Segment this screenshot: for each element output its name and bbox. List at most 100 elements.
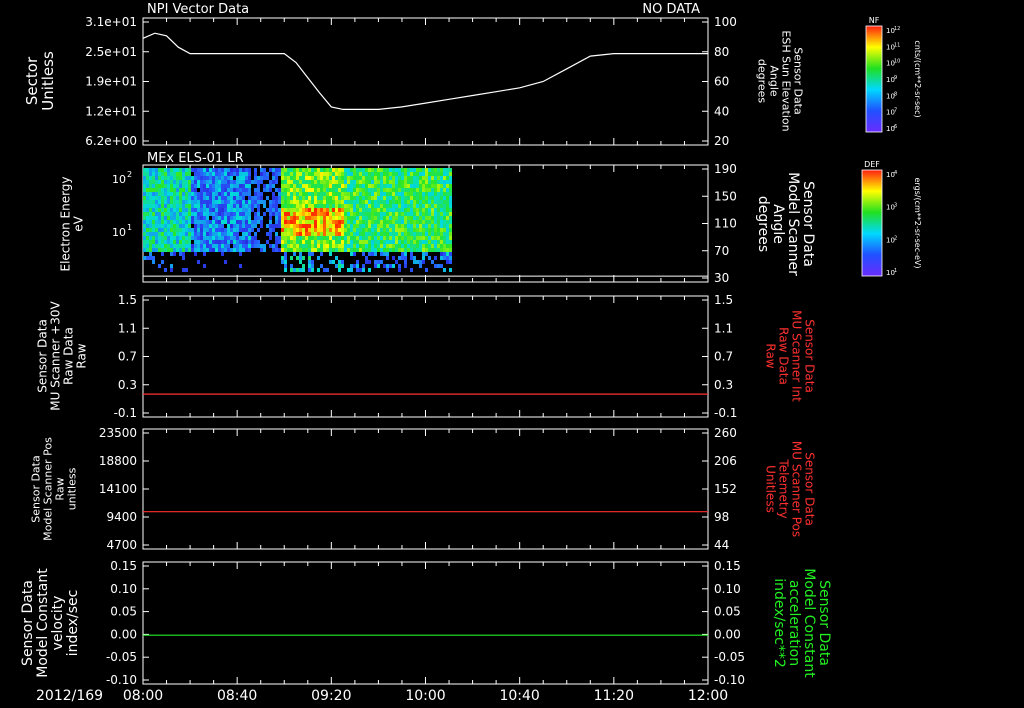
spectrogram-cell xyxy=(185,224,188,228)
spectrogram-cell xyxy=(197,192,200,196)
spectrogram-cell xyxy=(368,200,371,204)
spectrogram-cell xyxy=(413,200,416,204)
spectrogram-cell xyxy=(194,252,197,256)
spectrogram-cell xyxy=(143,216,146,220)
spectrogram-cell xyxy=(170,216,173,220)
spectrogram-cell xyxy=(257,200,260,204)
spectrogram-cell xyxy=(266,208,269,212)
spectrogram-cell xyxy=(434,188,437,192)
spectrogram-cell xyxy=(149,256,152,260)
spectrogram-cell xyxy=(299,196,302,200)
spectrogram-cell xyxy=(416,224,419,228)
spectrogram-cell xyxy=(446,252,449,256)
spectrogram-cell xyxy=(329,188,332,192)
spectrogram-cell xyxy=(359,220,362,224)
spectrogram-cell xyxy=(344,216,347,220)
spectrogram-cell xyxy=(284,172,287,176)
spectrogram-cell xyxy=(371,172,374,176)
spectrogram-cell xyxy=(146,200,149,204)
spectrogram-cell xyxy=(302,224,305,228)
spectrogram-cell xyxy=(248,232,251,236)
spectrogram-cell xyxy=(398,172,401,176)
spectrogram-cell xyxy=(143,180,146,184)
spectrogram-cell xyxy=(176,232,179,236)
spectrogram-cell xyxy=(344,232,347,236)
spectrogram-cell xyxy=(407,184,410,188)
spectrogram-cell xyxy=(290,232,293,236)
spectrogram-cell xyxy=(419,228,422,232)
spectrogram-cell xyxy=(260,216,263,220)
spectrogram-cell xyxy=(380,180,383,184)
spectrogram-cell xyxy=(428,168,431,172)
spectrogram-cell xyxy=(347,188,350,192)
spectrogram-cell xyxy=(284,180,287,184)
spectrogram-cell xyxy=(332,216,335,220)
spectrogram-cell xyxy=(413,196,416,200)
spectrogram-cell xyxy=(272,212,275,216)
spectrogram-cell xyxy=(404,256,407,260)
y-tick-label-left: 2.5e+01 xyxy=(85,45,137,59)
spectrogram-cell xyxy=(293,204,296,208)
spectrogram-cell xyxy=(173,192,176,196)
spectrogram-cell xyxy=(383,192,386,196)
spectrogram-cell xyxy=(314,204,317,208)
spectrogram-cell xyxy=(230,200,233,204)
spectrogram-cell xyxy=(401,200,404,204)
spectrogram-cell xyxy=(284,184,287,188)
spectrogram-cell xyxy=(449,184,452,188)
spectrogram-cell xyxy=(389,224,392,228)
spectrogram-cell xyxy=(329,252,332,256)
spectrogram-cell xyxy=(254,180,257,184)
spectrogram-cell xyxy=(194,172,197,176)
spectrogram-cell xyxy=(248,200,251,204)
spectrogram-cell xyxy=(266,224,269,228)
time-tick-label: 08:00 xyxy=(123,688,163,704)
spectrogram-cell xyxy=(296,228,299,232)
spectrogram-cell xyxy=(383,224,386,228)
spectrogram-cell xyxy=(257,244,260,248)
spectrogram-cell xyxy=(170,196,173,200)
colorbar-def: DEF10 410 310 210 1ergs/(cm**2-sr-sec-eV) xyxy=(861,160,922,277)
spectrogram-cell xyxy=(431,232,434,236)
spectrogram-cell xyxy=(290,264,293,268)
spectrogram-cell xyxy=(293,212,296,216)
spectrogram-cell xyxy=(371,216,374,220)
spectrogram-cell xyxy=(329,224,332,228)
spectrogram-cell xyxy=(347,232,350,236)
spectrogram-cell xyxy=(449,176,452,180)
spectrogram-cell xyxy=(314,184,317,188)
spectrogram-cell xyxy=(158,236,161,240)
spectrogram-cell xyxy=(158,168,161,172)
spectrogram-cell xyxy=(146,256,149,260)
spectrogram-cell xyxy=(197,228,200,232)
spectrogram-cell xyxy=(152,176,155,180)
spectrogram-cell xyxy=(287,216,290,220)
axis-label-line: Sensor Data xyxy=(20,580,36,666)
spectrogram-cell xyxy=(191,244,194,248)
spectrogram-cell xyxy=(365,200,368,204)
spectrogram-cell xyxy=(179,248,182,252)
spectrogram-cell xyxy=(359,204,362,208)
spectrogram-cell xyxy=(356,176,359,180)
spectrogram-cell xyxy=(341,172,344,176)
spectrogram-cell xyxy=(392,232,395,236)
spectrogram-cell xyxy=(374,188,377,192)
spectrogram-cell xyxy=(425,220,428,224)
spectrogram-cell xyxy=(248,204,251,208)
spectrogram-cell xyxy=(413,204,416,208)
spectrogram-cell xyxy=(170,252,173,256)
spectrogram-cell xyxy=(344,212,347,216)
spectrogram-cell xyxy=(377,212,380,216)
spectrogram-cell xyxy=(368,192,371,196)
spectrogram-cell xyxy=(386,208,389,212)
spectrogram-cell xyxy=(245,172,248,176)
spectrogram-cell xyxy=(197,172,200,176)
spectrogram-cell xyxy=(197,200,200,204)
spectrogram-cell xyxy=(362,172,365,176)
spectrogram-cell xyxy=(305,244,308,248)
spectrogram-cell xyxy=(371,244,374,248)
spectrogram-cell xyxy=(296,176,299,180)
spectrogram-cell xyxy=(320,168,323,172)
spectrogram-cell xyxy=(443,244,446,248)
spectrogram-cell xyxy=(296,180,299,184)
